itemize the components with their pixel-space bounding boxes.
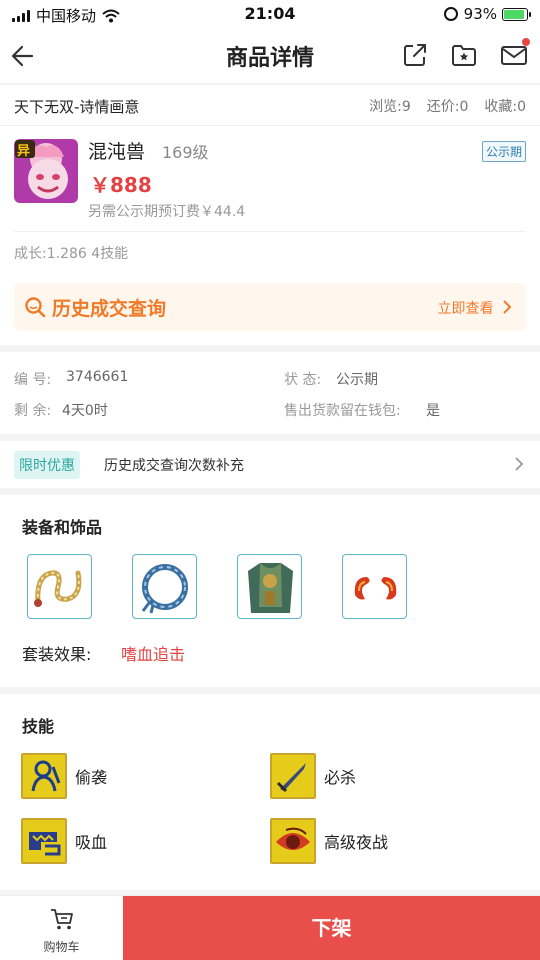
product-title: 天下无双-诗情画意 — [14, 98, 140, 116]
favorites-count: 收藏:0 — [484, 99, 526, 115]
armor-icon — [248, 563, 293, 613]
wallet-label: 售出货款留在钱包: — [284, 403, 401, 419]
history-query-title: 历史成交查询 — [52, 298, 167, 320]
pet-avatar-badge: 异 — [17, 144, 31, 159]
id-label: 编 号: — [14, 372, 52, 388]
cart-label: 购物车 — [43, 940, 80, 954]
sword-icon — [270, 753, 316, 799]
necklace-icon — [34, 570, 82, 607]
promo-row[interactable]: 限时优惠 历史成交查询次数补充 — [0, 441, 540, 488]
info-card: 编 号: 3746661 状 态: 公示期 剩 余: 4天0时 售出货款留在钱包… — [0, 352, 540, 434]
remain-value: 4天0时 — [62, 403, 108, 419]
equip-item-ornament[interactable] — [342, 554, 407, 619]
battery-icon — [502, 7, 531, 21]
chevron-right-icon — [503, 300, 512, 314]
skill-name: 偷袭 — [75, 768, 108, 787]
chevron-right-icon — [515, 457, 524, 471]
lifesteal-icon — [21, 818, 67, 864]
folder-star-icon[interactable] — [449, 40, 479, 70]
equip-item-necklace[interactable] — [27, 554, 92, 619]
skill-sneak-attack[interactable]: 偷袭 — [21, 753, 107, 799]
growth-info: 成长:1.286 4技能 — [14, 246, 129, 262]
bracelet-icon — [141, 564, 188, 614]
view-now-label: 立即查看 — [437, 301, 494, 317]
equipment-title: 装备和饰品 — [22, 518, 103, 537]
remain-label: 剩 余: — [14, 403, 52, 419]
state-label: 状 态: — [284, 372, 322, 388]
equip-item-bracelet[interactable] — [132, 554, 197, 619]
set-effect-label: 套装效果: — [22, 645, 92, 664]
divider — [0, 125, 540, 126]
notification-dot — [522, 38, 530, 46]
history-query-banner[interactable]: 历史成交查询 立即查看 — [14, 283, 526, 331]
pet-level: 169级 — [162, 143, 209, 162]
reservation-fee: 另需公示期预订费￥44.4 — [88, 204, 246, 220]
state-value: 公示期 — [336, 372, 378, 388]
skill-lifesteal[interactable]: 吸血 — [21, 818, 107, 864]
search-icon — [25, 297, 46, 318]
status-right: 93% — [443, 5, 531, 23]
divider — [14, 231, 526, 232]
promo-text: 历史成交查询次数补充 — [104, 458, 244, 474]
nav-bar: 商品详情 — [0, 28, 540, 84]
phase-badge: 公示期 — [481, 141, 526, 162]
price: ￥888 — [90, 173, 152, 197]
skill-critical[interactable]: 必杀 — [270, 753, 356, 799]
offers-count: 还价:0 — [426, 99, 469, 115]
ornament-icon — [354, 577, 397, 600]
wallet-value: 是 — [426, 403, 440, 419]
set-effect-value: 嗜血追击 — [121, 645, 186, 664]
skill-name: 必杀 — [324, 768, 357, 787]
product-card: 天下无双-诗情画意 浏览:9 还价:0 收藏:0 异 混沌兽 169级 公示期 … — [0, 85, 540, 345]
promo-tag: 限时优惠 — [14, 451, 80, 479]
status-bar: 中国移动 21:04 93% — [0, 0, 540, 28]
equip-item-armor[interactable] — [237, 554, 302, 619]
delist-button[interactable]: 下架 — [123, 896, 540, 960]
eye-icon — [270, 818, 316, 864]
product-stats: 浏览:9 还价:0 收藏:0 — [369, 96, 526, 117]
skills-card: 技能 偷袭 必杀 吸血 高级夜战 — [0, 694, 540, 890]
view-now-link[interactable]: 立即查看 — [438, 298, 512, 318]
rotation-lock-icon — [443, 7, 458, 21]
equipment-card: 装备和饰品 套装效果: 嗜血追击 — [0, 495, 540, 687]
cart-icon — [51, 909, 73, 930]
share-icon[interactable] — [400, 40, 430, 70]
skill-night-combat[interactable]: 高级夜战 — [270, 818, 388, 864]
bottom-bar: 购物车 下架 — [0, 895, 540, 960]
id-value: 3746661 — [66, 369, 129, 385]
skills-title: 技能 — [22, 717, 55, 736]
pet-avatar[interactable]: 异 — [14, 139, 78, 203]
sneak-attack-icon — [21, 753, 67, 799]
views-count: 浏览:9 — [369, 99, 411, 115]
message-button[interactable] — [499, 38, 530, 70]
battery-percent: 93% — [463, 5, 497, 23]
skill-name: 高级夜战 — [324, 833, 389, 852]
skill-name: 吸血 — [75, 833, 108, 852]
cart-button[interactable]: 购物车 — [0, 896, 123, 960]
product-title-row: 天下无双-诗情画意 浏览:9 还价:0 收藏:0 — [14, 96, 526, 117]
pet-name: 混沌兽 — [88, 141, 146, 163]
